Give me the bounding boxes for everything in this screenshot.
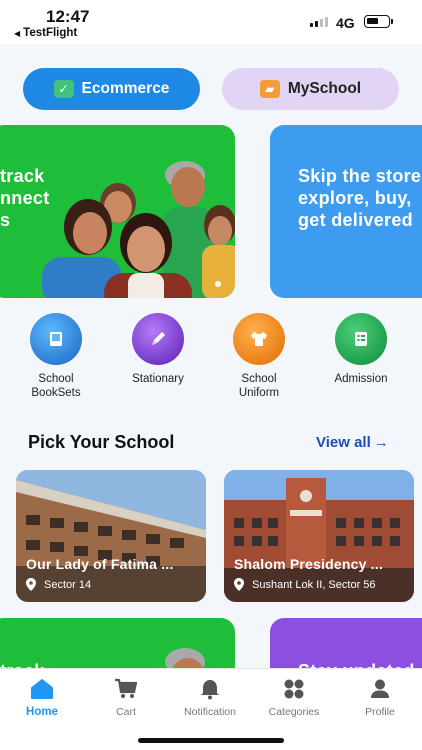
home-indicator xyxy=(138,738,284,743)
banner-text: Skip the store explore, buy, get deliver… xyxy=(298,166,422,230)
cart-icon xyxy=(84,677,168,701)
arrow-right-icon: → xyxy=(373,434,389,451)
ecommerce-tab-label: Ecommerce xyxy=(81,80,170,97)
promo-banner-store[interactable]: Skip the store explore, buy, get deliver… xyxy=(270,125,422,298)
banner-people-image xyxy=(42,161,235,298)
school-location-text: Sector 14 xyxy=(44,578,92,591)
bell-icon xyxy=(168,677,252,701)
book-icon xyxy=(30,313,82,365)
location-pin-icon xyxy=(26,578,36,591)
school-name: Our Lady of Fatima ... xyxy=(26,556,174,572)
category-label: Admission xyxy=(334,373,388,385)
promo-banner-track[interactable]: track nnect s xyxy=(0,125,235,298)
category-label: School BookSets xyxy=(31,373,81,399)
category-label: School Uniform xyxy=(238,373,280,399)
category-school-booksets[interactable]: School BookSets xyxy=(18,313,94,400)
view-all-link[interactable]: View all → xyxy=(316,434,389,451)
nav-label: Notification xyxy=(184,706,236,718)
view-all-label: View all xyxy=(316,434,371,451)
pick-school-title: Pick Your School xyxy=(28,432,175,452)
school-location-text: Sushant Lok II, Sector 56 xyxy=(252,578,376,591)
user-icon xyxy=(338,677,422,701)
status-time: 12:47 xyxy=(46,7,90,26)
back-to-testflight[interactable]: ◀ TestFlight xyxy=(14,27,77,39)
home-icon xyxy=(0,677,84,701)
myschool-tab[interactable]: ▰ MySchool xyxy=(222,68,399,110)
school-name: Shalom Presidency ... xyxy=(234,556,383,572)
nav-profile[interactable]: Profile xyxy=(338,677,422,718)
nav-label: Cart xyxy=(116,706,136,718)
location-pin-icon xyxy=(234,578,244,591)
nav-notification[interactable]: Notification xyxy=(168,677,252,718)
school-card[interactable]: Our Lady of Fatima ... Sector 14 xyxy=(16,470,206,602)
school-location: Sushant Lok II, Sector 56 xyxy=(234,578,376,591)
nav-label: Categories xyxy=(268,706,320,718)
status-bar: 12:47 ◀ TestFlight 4G xyxy=(0,0,422,44)
category-label: Stationary xyxy=(132,373,184,385)
myschool-tab-label: MySchool xyxy=(287,80,362,97)
check-box-icon: ✓ xyxy=(53,80,74,98)
network-type: 4G xyxy=(336,15,355,31)
carousel-dots xyxy=(215,281,221,287)
nav-categories[interactable]: Categories xyxy=(252,677,336,718)
back-app-label: TestFlight xyxy=(23,27,78,39)
form-icon xyxy=(335,313,387,365)
shirt-icon xyxy=(233,313,285,365)
ecommerce-tab[interactable]: ✓ Ecommerce xyxy=(23,68,200,110)
nav-home[interactable]: Home xyxy=(0,677,84,718)
mode-toggle: ✓ Ecommerce ▰ MySchool xyxy=(0,68,422,110)
back-arrow-icon: ◀ xyxy=(14,28,21,38)
nav-label: Profile xyxy=(365,706,395,718)
nav-label: Home xyxy=(26,706,58,718)
pen-icon xyxy=(132,313,184,365)
school-location: Sector 14 xyxy=(26,578,91,591)
book-icon: ▰ xyxy=(259,80,280,98)
grid-icon xyxy=(252,677,336,701)
category-admission[interactable]: Admission xyxy=(323,313,399,386)
category-stationary[interactable]: Stationary xyxy=(120,313,196,386)
category-school-uniform[interactable]: School Uniform xyxy=(221,313,297,400)
signal-icon xyxy=(310,17,328,27)
nav-cart[interactable]: Cart xyxy=(84,677,168,718)
school-card[interactable]: Shalom Presidency ... Sushant Lok II, Se… xyxy=(224,470,414,602)
battery-icon xyxy=(364,15,393,28)
